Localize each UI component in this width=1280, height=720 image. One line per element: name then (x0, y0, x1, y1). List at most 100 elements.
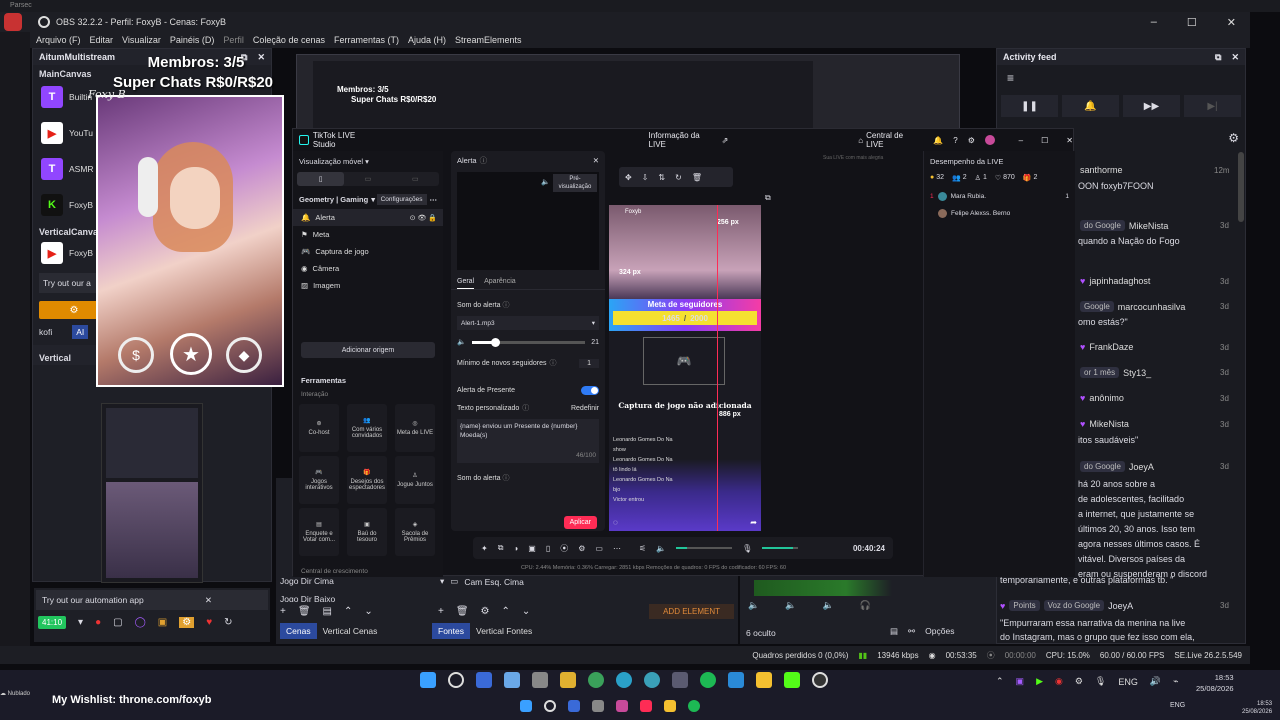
mixer-icon[interactable]: ⚟ (639, 544, 646, 553)
help-icon[interactable]: ? (953, 136, 957, 145)
settings-icon[interactable] (532, 672, 548, 688)
tray-icon[interactable]: ◉ (1055, 676, 1063, 687)
maximize-icon[interactable]: ☐ (1187, 16, 1197, 29)
volume-icon[interactable]: 🔊 (1150, 676, 1161, 687)
camera-icon[interactable]: ▭ (595, 544, 603, 553)
down-icon[interactable]: ⌄ (364, 606, 372, 617)
app-icon[interactable] (728, 672, 744, 688)
folder-icon[interactable] (560, 672, 576, 688)
tray-icon[interactable]: ▶ (1036, 676, 1043, 687)
volume-slider[interactable] (676, 547, 733, 549)
menu-view[interactable]: Visualizar (122, 35, 161, 45)
circle-icon[interactable]: ◯ (135, 617, 146, 628)
more-icon[interactable]: ⋯ (613, 544, 621, 553)
feed-scrollbar[interactable] (1238, 152, 1244, 222)
tool-prize-bag[interactable]: ◈ Sacola de Prêmios (395, 508, 435, 556)
search-icon[interactable] (544, 700, 556, 712)
close-icon[interactable]: ✕ (205, 595, 212, 606)
tab-appearance[interactable]: Aparência (484, 278, 516, 289)
timer-badge[interactable]: 41:10 (38, 616, 67, 629)
volume-icon[interactable]: 🔈 (541, 178, 550, 186)
close-icon[interactable]: ✕ (593, 156, 599, 165)
hamburger-icon[interactable]: ≡ (997, 65, 1245, 91)
source-row[interactable]: ▾ ▭ Cam Esq. Cima (440, 576, 524, 587)
settings-icon[interactable]: ⚙ (578, 544, 585, 553)
settings-button[interactable]: Configurações (376, 194, 427, 205)
options-button[interactable]: Opções (925, 626, 954, 637)
menu-docks[interactable]: Painéis (D) (170, 35, 215, 45)
edge-icon[interactable] (616, 672, 632, 688)
flip-icon[interactable]: ⇅ (658, 173, 665, 182)
volume-icon[interactable]: 🔈 (748, 600, 759, 611)
square-icon[interactable]: ▢ (113, 617, 122, 628)
dock-close-icon[interactable]: ✕ (1231, 52, 1239, 63)
tool-play-together[interactable]: ♙ Jogue Juntos (395, 456, 435, 504)
minimize-icon[interactable]: – (1151, 16, 1157, 29)
volume-icon[interactable]: 🔈 (822, 600, 833, 611)
kofi-link[interactable]: kofi (39, 327, 52, 337)
preview-button[interactable]: Pré-visualização (553, 174, 597, 192)
layers-icon[interactable]: ⧉ (498, 543, 504, 553)
slider-handle[interactable] (491, 337, 500, 347)
tray-icon[interactable]: ⌁ (1173, 676, 1178, 687)
tool-live-goal[interactable]: ◎ Meta de LIVE (395, 404, 435, 452)
volume-icon[interactable]: 🔈 (785, 600, 796, 611)
app-icon[interactable] (644, 672, 660, 688)
tab-sources[interactable]: Fontes (432, 623, 470, 639)
trash-icon[interactable]: 🗑 (298, 606, 311, 617)
custom-text-input[interactable]: {name} enviou um Presente de {number} Mo… (457, 419, 599, 463)
source-goal[interactable]: ⚑ Meta (293, 226, 443, 243)
sound-select[interactable]: Alert-1.mp3 ▾ (457, 316, 599, 330)
menu-scene-collection[interactable]: Coleção de cenas (253, 35, 325, 45)
volume-slider[interactable] (471, 337, 586, 347)
close-icon[interactable]: ✕ (1066, 136, 1073, 145)
link-icon[interactable]: ⚯ (908, 626, 915, 637)
record-icon[interactable]: ● (95, 617, 101, 628)
up-icon[interactable]: ⌃ (502, 606, 510, 617)
tab-general[interactable]: Geral (457, 278, 475, 289)
gear-icon[interactable]: ⚙ (1228, 131, 1239, 145)
clock[interactable]: 18:53 25/08/2026 (1196, 672, 1234, 694)
windows-icon[interactable] (420, 672, 436, 688)
home-icon[interactable]: ⌂ (858, 136, 863, 145)
filter-icon[interactable]: ▤ (323, 606, 332, 617)
tool-viewer-wishes[interactable]: 🎁 Desejos dos espectadores (347, 456, 387, 504)
tray-icon[interactable]: ⚙ (1075, 676, 1083, 687)
up-icon[interactable]: ⌃ (344, 606, 352, 617)
tool-multi-guest[interactable]: 👥 Com vários convidados (347, 404, 387, 452)
scene-name[interactable]: Geometry | Gaming (299, 195, 368, 204)
menu-profile[interactable]: Perfil (223, 35, 244, 45)
menu-tools[interactable]: Ferramentas (T) (334, 35, 399, 45)
search-icon[interactable] (448, 672, 464, 688)
app-icon[interactable] (616, 700, 628, 712)
skip-end-icon[interactable]: ▶| (1184, 95, 1241, 117)
move-icon[interactable]: ✥ (625, 173, 632, 182)
landscape-icon[interactable]: ▭ (344, 172, 391, 186)
folder-icon[interactable]: ▣ (158, 617, 167, 628)
trash-icon[interactable]: 🗑 (456, 606, 469, 617)
tiktok-icon[interactable] (640, 700, 652, 712)
minimize-icon[interactable]: – (1019, 136, 1023, 145)
menu-file[interactable]: Arquivo (F) (36, 35, 81, 45)
chevron-down-icon[interactable]: ▾ (78, 617, 83, 628)
skip-icon[interactable]: ▶▶ (1123, 95, 1180, 117)
bell-icon[interactable]: 🔔 (1062, 95, 1119, 117)
mic-icon[interactable]: 🎙 (1095, 676, 1106, 687)
phone-icon[interactable]: ▯ (546, 544, 550, 553)
language-2[interactable]: ENG (1170, 702, 1185, 709)
tray-icon[interactable]: ▣ (1016, 676, 1025, 687)
avatar[interactable] (984, 135, 995, 145)
menu-edit[interactable]: Editar (90, 35, 114, 45)
bell-icon[interactable]: 🔔 (933, 136, 943, 145)
layout-icon[interactable]: ▤ (890, 626, 898, 637)
tab-vertical-sources[interactable]: Vertical Fontes (470, 623, 538, 639)
app-icon[interactable] (664, 700, 676, 712)
spotify-icon[interactable] (688, 700, 700, 712)
app-icon[interactable] (592, 700, 604, 712)
mic-icon[interactable]: 🎙 (742, 544, 752, 553)
tool-interactive-games[interactable]: 🎮 Jogos interativos (299, 456, 339, 504)
live-center-link[interactable]: Central de LIVE (866, 131, 921, 149)
rotate-icon[interactable]: ↻ (675, 173, 682, 182)
sticker-icon[interactable]: ▣ (528, 544, 536, 553)
apply-button[interactable]: Aplicar (563, 516, 597, 529)
